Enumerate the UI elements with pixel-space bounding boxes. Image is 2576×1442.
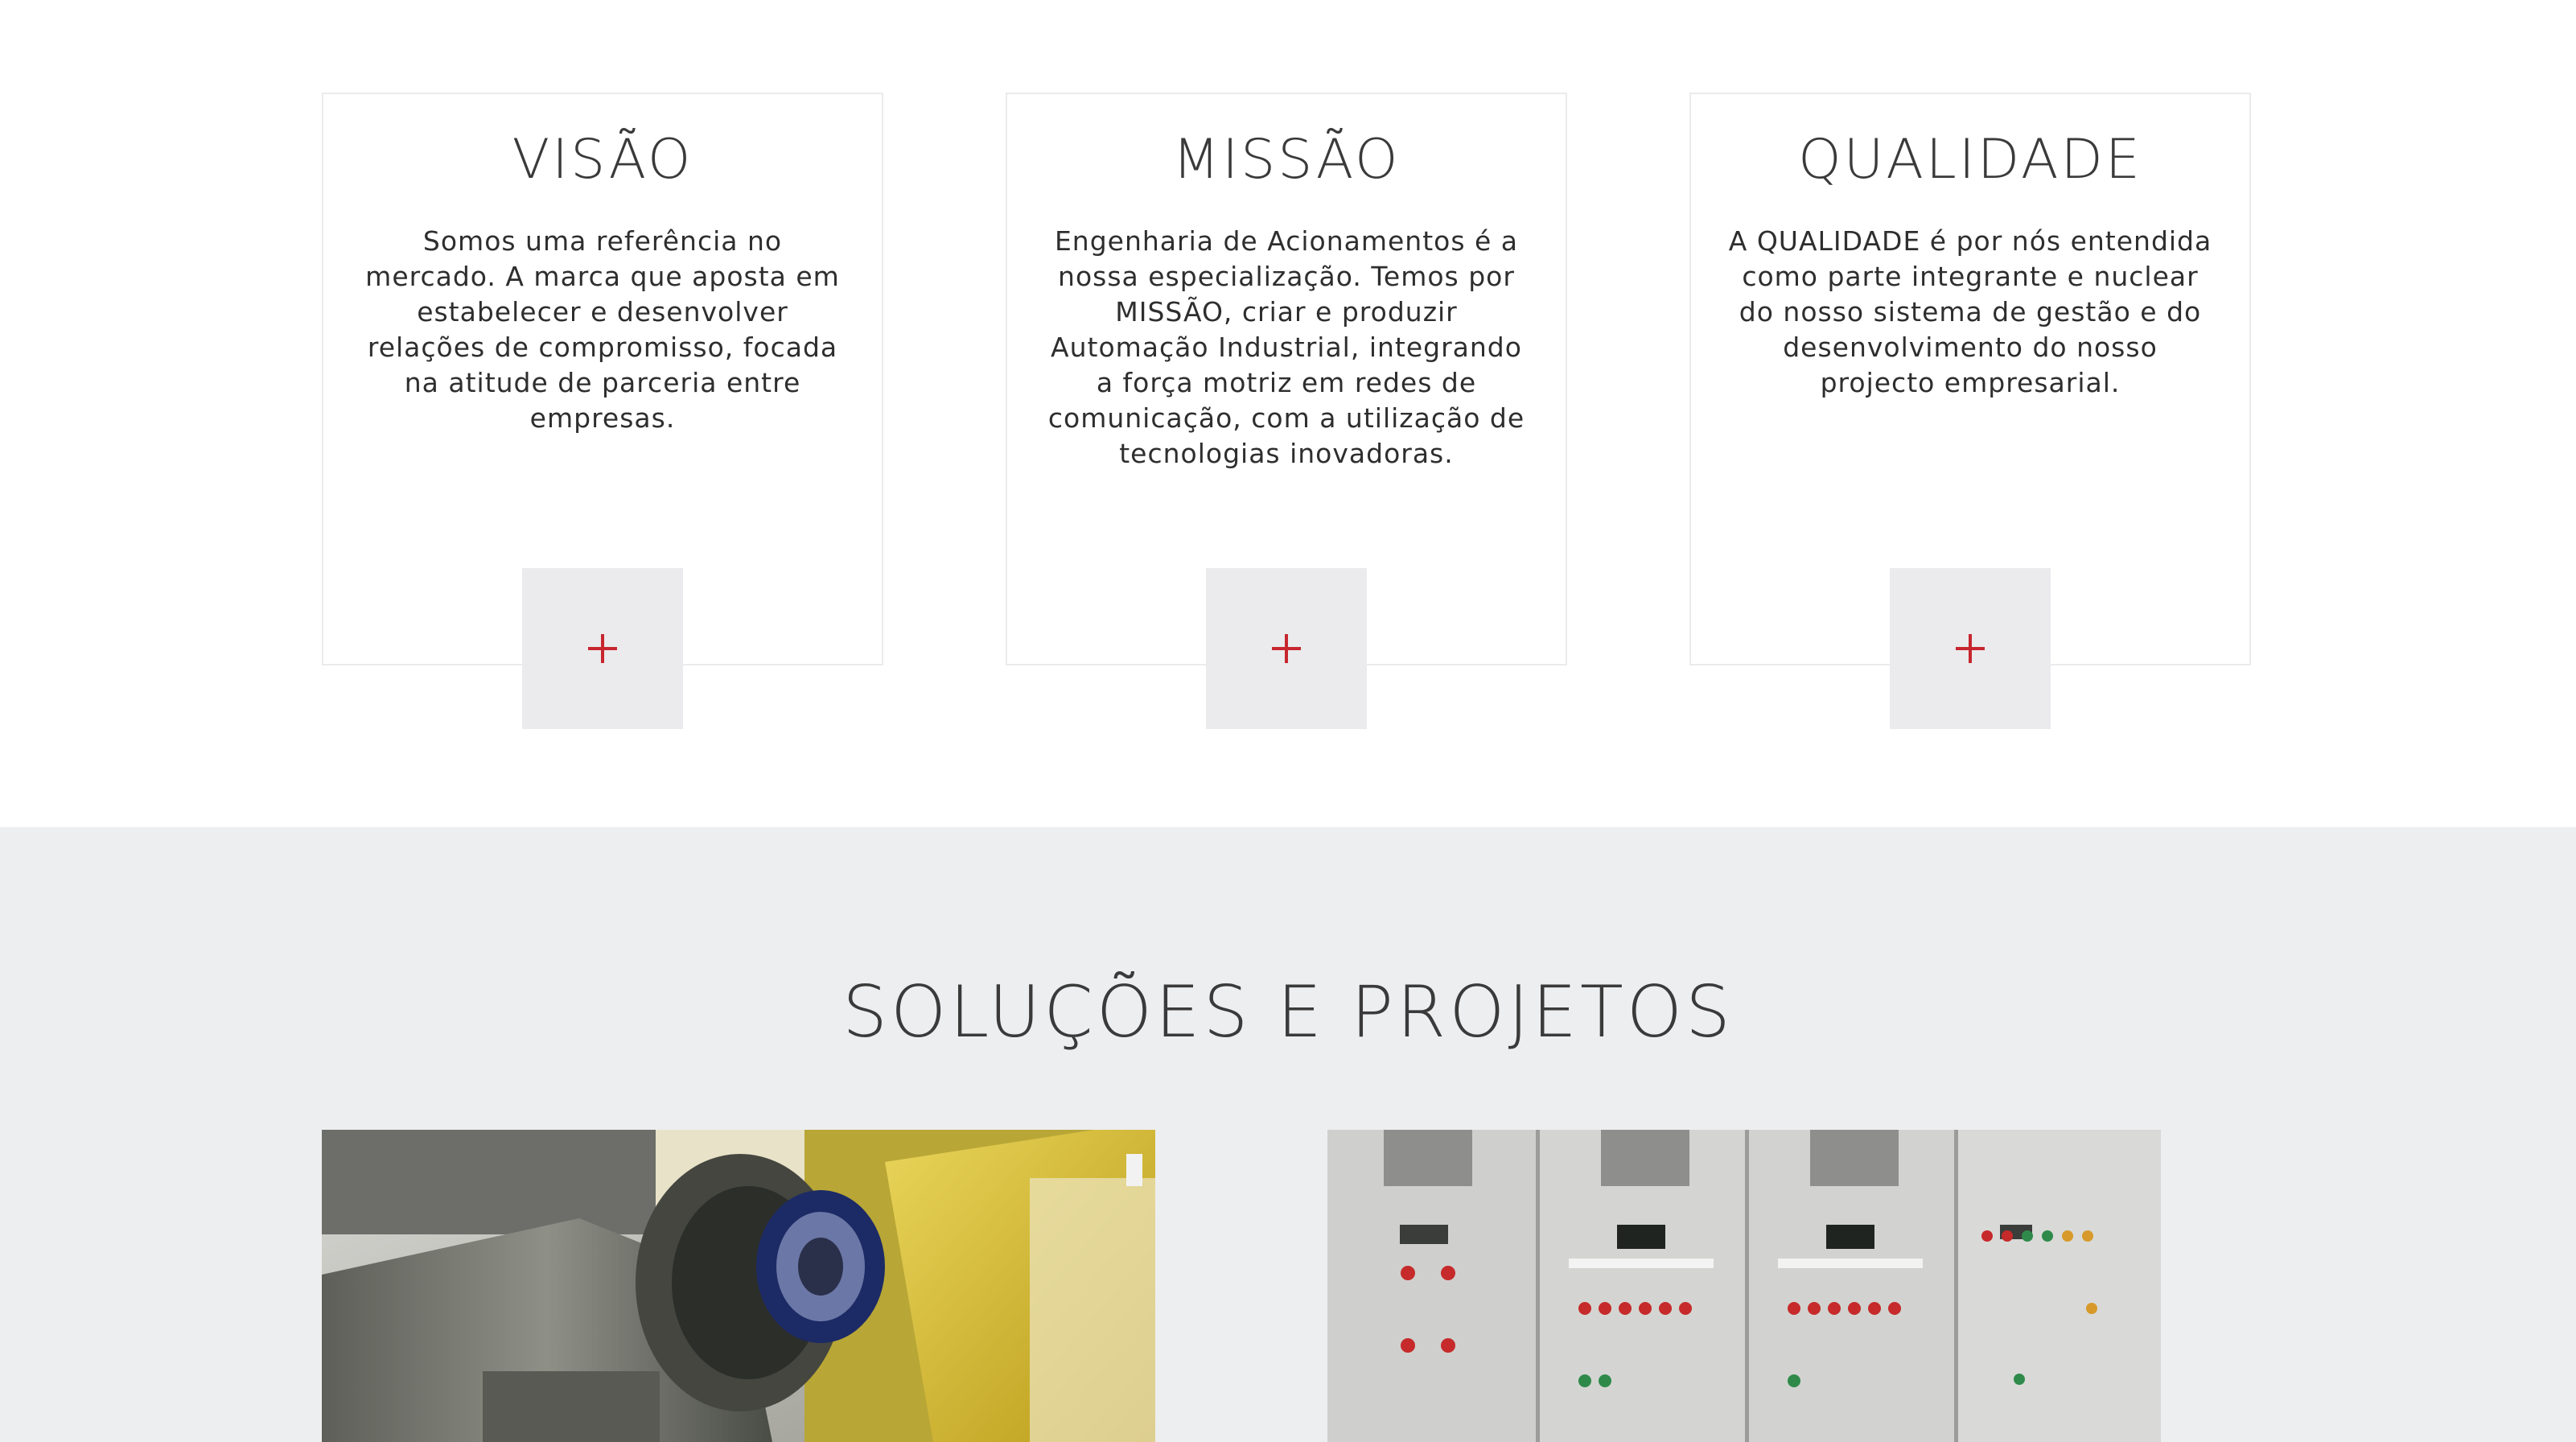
control-panels-illustration	[1327, 1130, 2161, 1442]
quality-more-button[interactable]	[1890, 568, 2051, 729]
vision-more-button[interactable]	[522, 568, 683, 729]
card-text: Engenharia de Acionamentos é a nossa esp…	[1047, 225, 1525, 469]
plus-icon	[1272, 634, 1301, 663]
solutions-section: SOLUÇÕES E PROJETOS	[0, 827, 2576, 1442]
project-photo-control-panels[interactable]	[1327, 1130, 2161, 1442]
card-text: A QUALIDADE é por nós entendida como par…	[1728, 225, 2212, 398]
plus-icon	[1956, 634, 1985, 663]
plus-icon	[588, 634, 617, 663]
card-title: VISÃO	[512, 128, 693, 192]
project-photo-gearbox[interactable]	[322, 1130, 1155, 1442]
card-text: Somos uma referência no mercado. A marca…	[365, 225, 840, 434]
mission-more-button[interactable]	[1206, 568, 1367, 729]
card-title: QUALIDADE	[1798, 128, 2142, 192]
values-section: VISÃO Somos uma referência no mercado. A…	[0, 0, 2576, 827]
card-title: MISSÃO	[1172, 128, 1401, 192]
section-title: SOLUÇÕES E PROJETOS	[842, 970, 1734, 1053]
gearbox-illustration	[322, 1130, 1155, 1442]
